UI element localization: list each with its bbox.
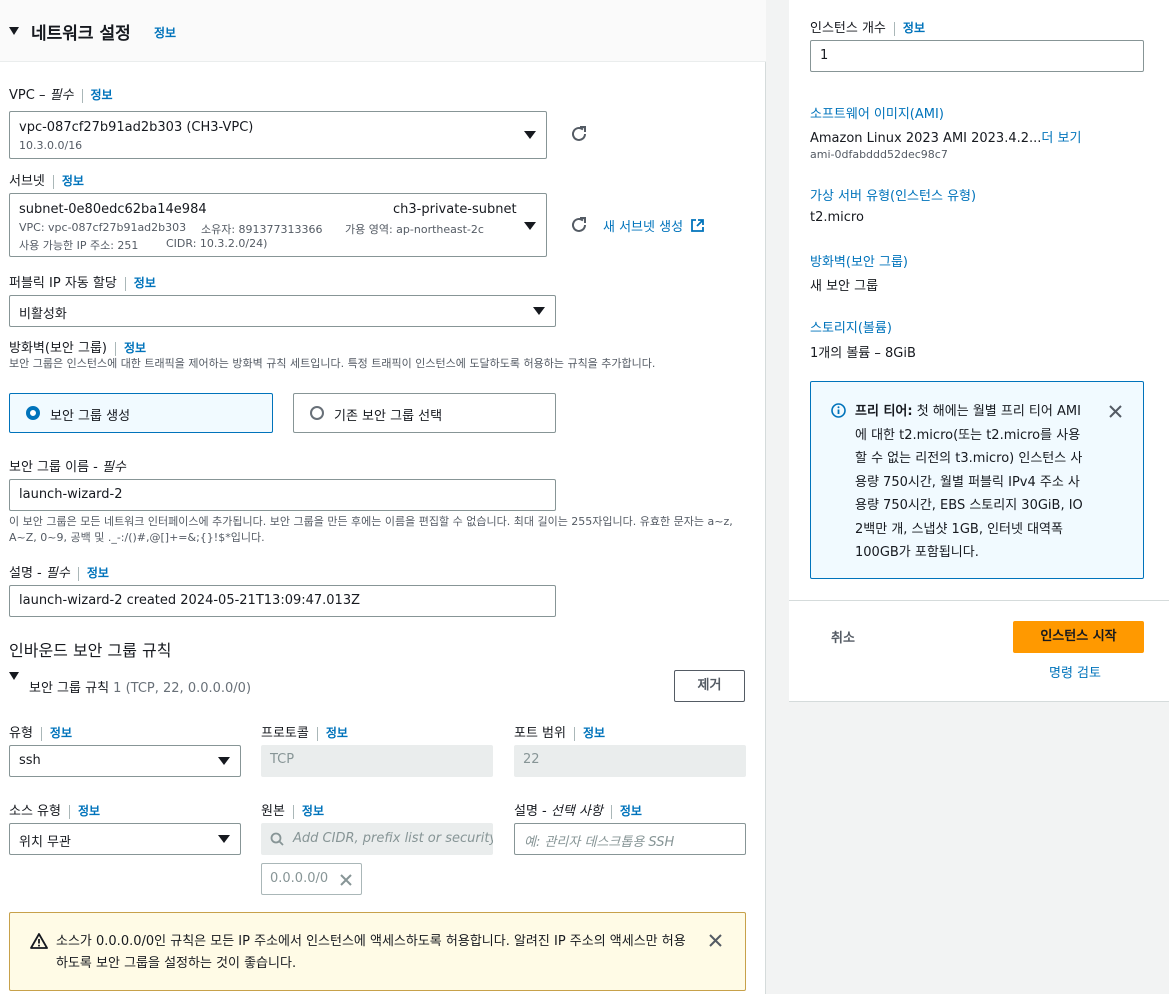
caret-down-icon[interactable] [9, 27, 19, 35]
free-tier-alert: 프리 티어: 첫 해에는 월별 프리 티어 AMI에 대한 t2.micro(또… [810, 381, 1144, 579]
rule-header[interactable]: 보안 그룹 규칙 1 (TCP, 22, 0.0.0.0/0) [29, 677, 251, 696]
source-label: 원본 정보 [261, 804, 325, 819]
create-subnet-link[interactable]: 새 서브넷 생성 [603, 216, 705, 235]
port-range-label: 포트 범위 정보 [514, 726, 606, 741]
subnet-vpc: VPC: vpc-087cf27b91ad2b303 [19, 221, 187, 234]
launch-instance-button[interactable]: 인스턴스 시작 [1013, 621, 1144, 653]
radio-selected[interactable] [26, 406, 40, 420]
caret-down-icon[interactable] [9, 672, 19, 680]
protocol-field: TCP [261, 745, 493, 777]
subnet-az: 가용 영역: ap-northeast-2c [345, 223, 484, 236]
firewall-value: 새 보안 그룹 [810, 279, 879, 294]
network-settings-header[interactable]: 네트워크 설정 정보 [0, 0, 766, 62]
rule-description-input[interactable]: 예: 관리자 데스크톱용 SSH [514, 823, 746, 855]
warning-alert: 소스가 0.0.0.0/0인 규칙은 모든 IP 주소에서 인스턴스에 액세스하… [9, 912, 746, 991]
subnet-select[interactable]: subnet-0e80edc62ba14e984 ch3-private-sub… [9, 193, 547, 257]
chevron-down-icon [218, 835, 230, 843]
vpc-select[interactable]: vpc-087cf27b91ad2b303 (CH3-VPC) 10.3.0.0… [9, 111, 547, 159]
existing-security-group-option[interactable]: 기존 보안 그룹 선택 [293, 393, 556, 433]
free-tier-text: 프리 티어: 첫 해에는 월별 프리 티어 AMI에 대한 t2.micro(또… [855, 404, 1083, 560]
sg-name-input[interactable]: launch-wizard-2 [9, 479, 556, 511]
source-type-label: 소스 유형 정보 [9, 804, 101, 819]
storage-value: 1개의 볼륨 – 8GiB [810, 346, 916, 361]
subnet-owner: 소유자: 891377313366 [201, 223, 323, 236]
vpc-value: vpc-087cf27b91ad2b303 (CH3-VPC) [19, 120, 254, 135]
inbound-rules-title: 인바운드 보안 그룹 규칙 [9, 641, 172, 660]
network-settings-panel: 네트워크 설정 정보 VPC – 필수 정보 vpc-087cf27b91ad2b… [0, 0, 766, 994]
vpc-cidr: 10.3.0.0/16 [19, 139, 83, 152]
instance-count-input[interactable]: 1 [810, 40, 1144, 72]
firewall-info-link[interactable]: 정보 [124, 341, 146, 355]
close-icon[interactable] [339, 873, 353, 887]
vpc-label: VPC – 필수 정보 [9, 88, 113, 103]
subnet-ip-count: 사용 가능한 IP 주소: 251 [19, 239, 139, 252]
storage-link[interactable]: 스토리지(볼륨) [810, 317, 892, 336]
subnet-cidr: CIDR: 10.3.2.0/24) [166, 237, 268, 250]
chevron-down-icon [218, 757, 230, 765]
port-range-field: 22 [514, 745, 746, 777]
source-search-input[interactable]: Add CIDR, prefix list or security [261, 823, 493, 855]
info-link[interactable]: 정보 [154, 24, 176, 41]
refresh-icon[interactable] [570, 216, 588, 234]
instance-count-label: 인스턴스 개수 정보 [810, 21, 925, 36]
subnet-label: 서브넷 정보 [9, 174, 84, 189]
firewall-description: 보안 그룹은 인스턴스에 대한 트래픽을 제어하는 방화벽 규칙 세트입니다. … [9, 357, 656, 370]
close-icon[interactable] [1109, 405, 1122, 418]
source-type-select[interactable]: 위치 무관 [9, 823, 241, 855]
public-ip-info-link[interactable]: 정보 [134, 276, 156, 290]
public-ip-value: 비활성화 [19, 307, 67, 322]
rule-description-label: 설명 - 선택 사항 정보 [514, 804, 642, 819]
chevron-down-icon [524, 131, 536, 139]
external-link-icon [691, 219, 705, 232]
public-ip-select[interactable]: 비활성화 [9, 295, 556, 327]
radio-unselected[interactable] [310, 406, 324, 420]
create-security-group-option[interactable]: 보안 그룹 생성 [9, 393, 273, 433]
firewall-label: 방화벽(보안 그룹) 정보 [9, 341, 147, 356]
chevron-down-icon [533, 307, 545, 315]
summary-actions: 취소 인스턴스 시작 명령 검토 [789, 600, 1169, 702]
description-input[interactable]: launch-wizard-2 created 2024-05-21T13:09… [9, 585, 556, 617]
info-icon [831, 403, 846, 418]
chevron-down-icon [524, 222, 536, 230]
instance-type-value: t2.micro [810, 210, 864, 225]
protocol-label: 프로토콜 정보 [261, 726, 348, 741]
refresh-icon[interactable] [570, 125, 588, 143]
close-icon[interactable] [709, 934, 722, 947]
subnet-id: subnet-0e80edc62ba14e984 [19, 202, 207, 217]
ami-more-link[interactable]: 더 보기 [1041, 131, 1081, 146]
subnet-name: ch3-private-subnet [393, 202, 517, 217]
public-ip-label: 퍼블릭 IP 자동 할당 정보 [9, 276, 156, 291]
cancel-button[interactable]: 취소 [831, 627, 855, 646]
remove-button[interactable]: 제거 [674, 670, 745, 702]
section-title: 네트워크 설정 [31, 24, 131, 44]
warning-text: 소스가 0.0.0.0/0인 규칙은 모든 IP 주소에서 인스턴스에 액세스하… [56, 934, 686, 971]
type-label: 유형 정보 [9, 726, 73, 741]
instance-type-link[interactable]: 가상 서버 유형(인스턴스 유형) [810, 185, 976, 204]
summary-panel: 인스턴스 개수 정보 1 소프트웨어 이미지(AMI) Amazon Linux … [789, 0, 1169, 600]
source-token: 0.0.0.0/0 [261, 863, 362, 895]
type-select[interactable]: ssh [9, 745, 241, 777]
ami-id: ami-0dfabddd52dec98c7 [810, 148, 948, 161]
vpc-info-link[interactable]: 정보 [91, 88, 113, 102]
description-info-link[interactable]: 정보 [87, 566, 109, 580]
sg-name-label: 보안 그룹 이름 - 필수 [9, 460, 126, 475]
sg-name-description: 이 보안 그룹은 모든 네트워크 인터페이스에 추가됩니다. 보안 그룹을 만든… [9, 515, 733, 544]
description-label: 설명 - 필수 정보 [9, 566, 109, 581]
review-commands-link[interactable]: 명령 검토 [1049, 662, 1101, 681]
search-icon [270, 832, 284, 846]
ami-value: Amazon Linux 2023 AMI 2023.4.2...더 보기 [810, 131, 1082, 146]
ami-link[interactable]: 소프트웨어 이미지(AMI) [810, 103, 944, 122]
subnet-info-link[interactable]: 정보 [62, 174, 84, 188]
firewall-link[interactable]: 방화벽(보안 그룹) [810, 251, 908, 270]
warning-icon [30, 933, 48, 949]
